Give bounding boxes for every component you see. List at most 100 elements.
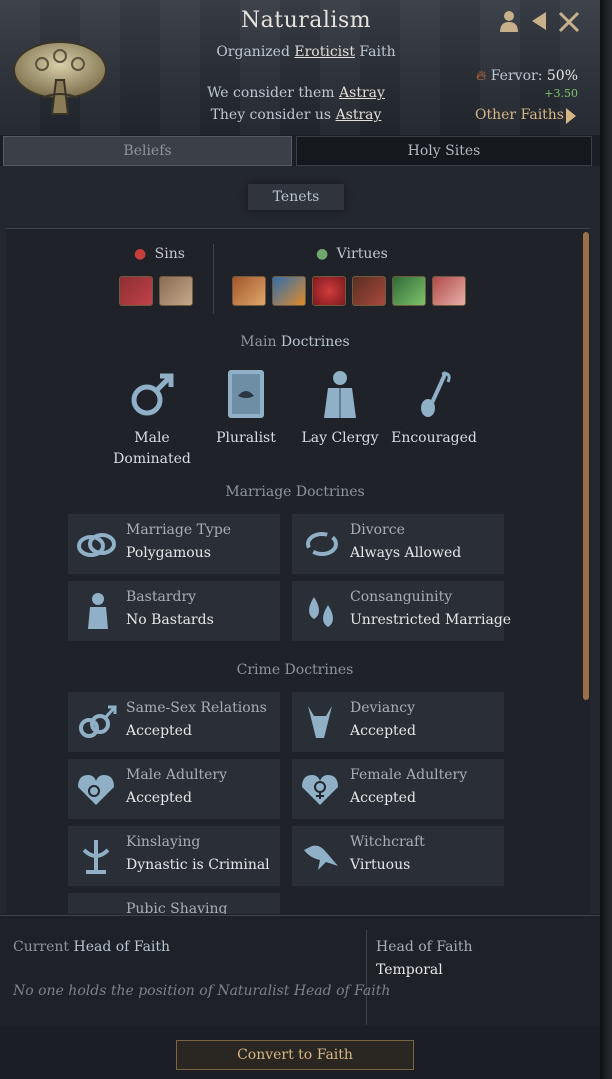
rings-icon (77, 533, 116, 557)
doctrine-gender-line2: Dominated (113, 451, 191, 467)
subtitle-suffix: Faith (359, 44, 396, 60)
gluttonous-trait-icon[interactable] (232, 276, 266, 306)
doctrine-card-bastardry[interactable]: Bastardry No Bastards (68, 581, 280, 641)
raven-icon (304, 845, 338, 870)
male-heart-icon (78, 775, 114, 805)
footer-divider (366, 930, 367, 1025)
blood-drops-icon (309, 597, 333, 627)
current-head-label-a: Current (13, 939, 70, 955)
doctrine-gender-label: Male Dominated (102, 428, 202, 470)
fervor-readout: 🔥︎ Fervor: 50% (476, 68, 578, 84)
baby-icon (88, 593, 108, 629)
sins-virtues-divider (213, 244, 214, 314)
virtues-icon: ● (316, 246, 329, 262)
tab-beliefs[interactable]: Beliefs (3, 136, 292, 166)
doctrine-card-male-adultery[interactable]: Male Adultery Accepted (68, 759, 280, 819)
card-title: Bastardry (126, 589, 197, 605)
head-type-value: Temporal (376, 962, 443, 978)
religion-link[interactable]: Eroticist (294, 44, 355, 60)
doctrine-card-pubic-shaving[interactable]: Pubic Shaving (68, 893, 280, 914)
doctrine-gender-line1: Male (134, 430, 170, 446)
kinslaying-icon (82, 840, 110, 874)
cleric-icon[interactable] (310, 370, 370, 420)
card-value: Unrestricted Marriage (350, 612, 512, 628)
lustful-trait-icon[interactable] (119, 276, 153, 306)
fervor-delta: +3.50 (544, 87, 578, 100)
card-value: Accepted (126, 723, 192, 739)
card-value: Dynastic is Criminal (126, 857, 270, 873)
doctrine-card-divorce[interactable]: Divorce Always Allowed (292, 514, 504, 574)
card-title: Divorce (350, 522, 405, 538)
main-doctrines-heading: Main Doctrines (0, 334, 590, 350)
doctrine-card-female-adultery[interactable]: Female Adultery Accepted (292, 759, 504, 819)
faith-subtitle: Organized Eroticist Faith (0, 44, 612, 60)
current-head-label-b: Head of Faith (73, 939, 171, 955)
main-doctrines-label-b: Doctrines (280, 334, 350, 350)
heart-trait-icon[interactable] (312, 276, 346, 306)
doctrine-card-kinslaying[interactable]: Kinslaying Dynastic is Criminal (68, 826, 280, 886)
sins-header: ● Sins (134, 246, 185, 262)
convert-to-faith-button[interactable]: Convert to Faith (176, 1040, 414, 1070)
person-icon[interactable] (497, 10, 521, 34)
other-faiths-link[interactable]: Other Faiths (475, 107, 564, 123)
goat-head-icon (308, 706, 332, 738)
we-consider-line: We consider them Astray (120, 85, 472, 101)
virtues-header: ● Virtues (316, 246, 388, 262)
card-value: Always Allowed (350, 545, 462, 561)
sins-icon: ● (134, 246, 147, 262)
sins-label: Sins (154, 246, 185, 262)
card-title: Pubic Shaving (126, 901, 228, 914)
card-title: Female Adultery (350, 767, 468, 783)
doctrine-clergy-label: Lay Clergy (301, 430, 379, 446)
card-value: No Bastards (126, 612, 214, 628)
greedy-trait-icon[interactable] (159, 276, 193, 306)
card-value: Accepted (126, 790, 192, 806)
subtitle-prefix: Organized (216, 44, 290, 60)
doctrine-card-consanguinity[interactable]: Consanguinity Unrestricted Marriage (292, 581, 511, 641)
doctrine-card-deviancy[interactable]: Deviancy Accepted (292, 692, 504, 752)
card-value: Accepted (350, 723, 416, 739)
doctrine-card-marriage-type[interactable]: Marriage Type Polygamous (68, 514, 280, 574)
card-title: Same-Sex Relations (126, 700, 267, 716)
no-head-text: No one holds the position of Naturalist … (13, 983, 391, 999)
we-consider-value[interactable]: Astray (339, 85, 385, 101)
male-symbol-icon[interactable] (122, 370, 182, 420)
virtues-label: Virtues (336, 246, 388, 262)
chevron-right-icon[interactable] (566, 108, 576, 124)
arbitrary-trait-icon[interactable] (392, 276, 426, 306)
crime-doctrines-heading: Crime Doctrines (236, 662, 354, 678)
fervor-flame-icon: 🔥︎ (476, 68, 487, 84)
window-edge (600, 0, 612, 1079)
card-title: Male Adultery (126, 767, 227, 783)
card-title: Consanguinity (350, 589, 453, 605)
scripture-book-icon[interactable] (216, 370, 276, 420)
head-of-faith-panel (0, 915, 600, 1026)
pilgrim-staff-icon[interactable] (404, 370, 464, 420)
we-consider-label: We consider them (207, 85, 335, 101)
card-value: Polygamous (126, 545, 211, 561)
wrathful-trait-icon[interactable] (352, 276, 386, 306)
doctrine-card-witchcraft[interactable]: Witchcraft Virtuous (292, 826, 504, 886)
main-doctrines-label-a: Main (240, 334, 277, 350)
tenets-button[interactable]: Tenets (248, 184, 344, 210)
tab-holy-sites[interactable]: Holy Sites (296, 136, 592, 166)
head-type-label: Head of Faith (376, 939, 473, 955)
close-icon[interactable] (557, 10, 581, 34)
card-title: Witchcraft (350, 834, 425, 850)
current-head-label: Current Head of Faith (13, 939, 170, 955)
they-consider-value[interactable]: Astray (336, 107, 382, 123)
they-consider-label: They consider us (210, 107, 332, 123)
card-value: Accepted (350, 790, 416, 806)
card-title: Marriage Type (126, 522, 232, 538)
they-consider-line: They consider us Astray (120, 107, 472, 123)
female-heart-icon (302, 775, 338, 805)
doctrine-card-same-sex[interactable]: Same-Sex Relations Accepted (68, 692, 280, 752)
compassionate-trait-icon[interactable] (432, 276, 466, 306)
scrollbar[interactable] (583, 232, 589, 700)
fickle-trait-icon[interactable] (272, 276, 306, 306)
card-title: Kinslaying (126, 834, 201, 850)
double-male-icon (79, 705, 117, 738)
card-title: Deviancy (350, 700, 416, 716)
fervor-label: Fervor: (490, 68, 543, 84)
back-arrow-icon[interactable] (527, 10, 551, 34)
